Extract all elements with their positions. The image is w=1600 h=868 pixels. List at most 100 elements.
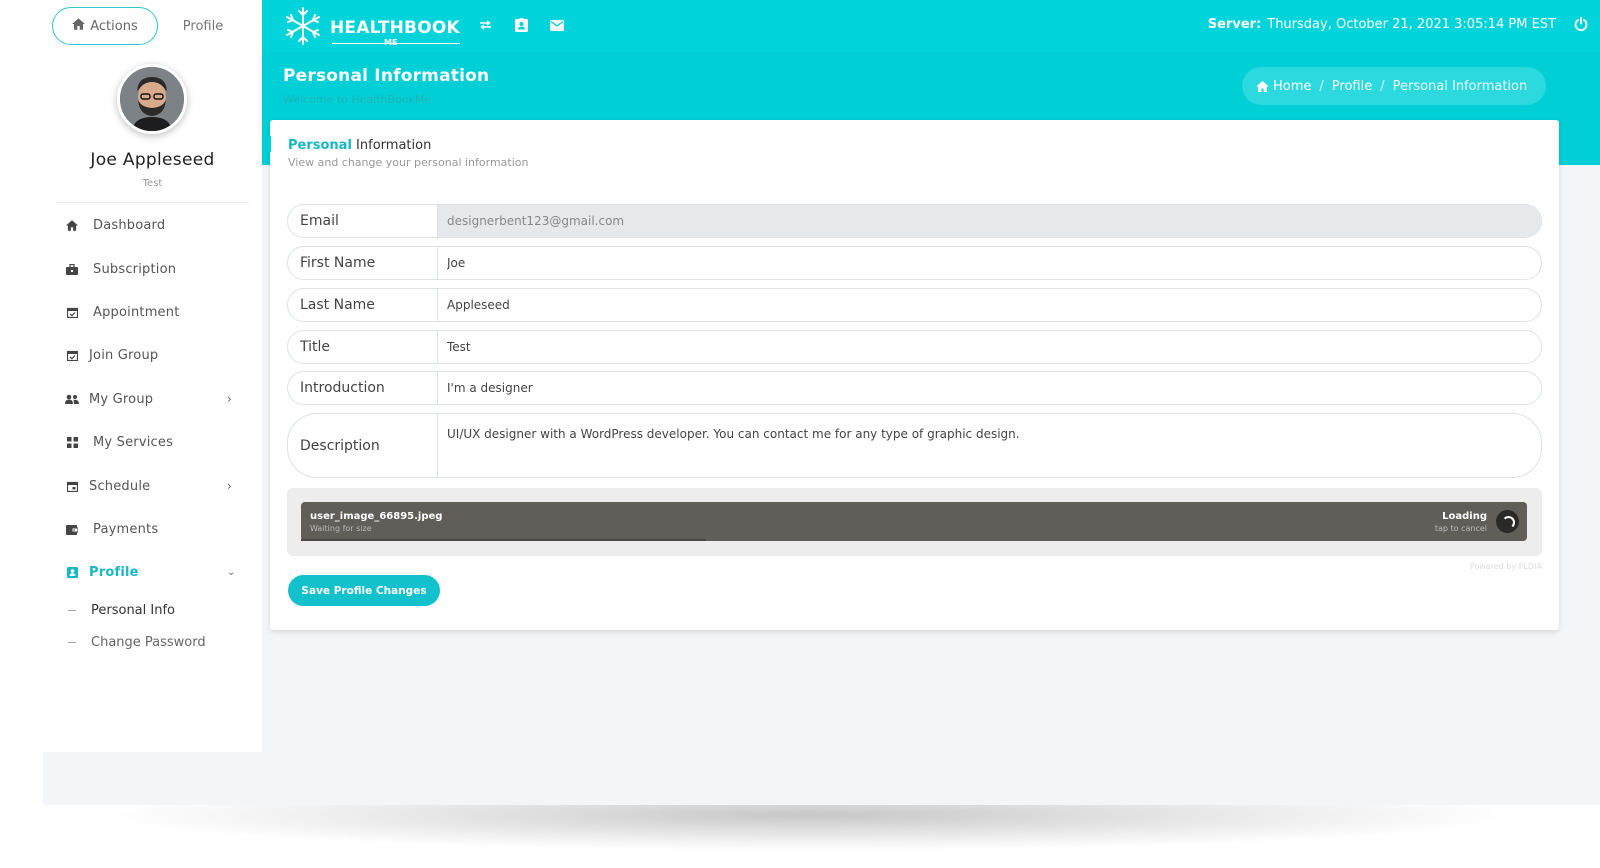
card-subtitle: View and change your personal informatio… bbox=[288, 156, 529, 169]
upload-file-size: Waiting for size bbox=[310, 524, 372, 533]
sidebar-item-label: My Group bbox=[89, 391, 154, 407]
app-window: Actions Profile Joe Appleseed Test Dashb… bbox=[43, 0, 1600, 805]
title-field[interactable] bbox=[438, 331, 1541, 363]
introduction-row: Introduction bbox=[287, 371, 1542, 405]
powered-by: Powered by PLDIA bbox=[1469, 562, 1542, 571]
breadcrumb-separator: / bbox=[1380, 78, 1385, 94]
card-accent-bar bbox=[267, 136, 271, 152]
healthbook-logo[interactable]: HEALTHBOOK ME bbox=[280, 5, 460, 47]
sidebar-subitem-label: Personal Info bbox=[91, 602, 175, 618]
calendar-check-icon bbox=[65, 305, 79, 319]
id-badge-icon[interactable] bbox=[511, 15, 531, 35]
sidebar-item-label: Appointment bbox=[93, 304, 180, 320]
first-name-row: First Name bbox=[287, 246, 1542, 280]
description-field[interactable]: UI/UX designer with a WordPress develope… bbox=[438, 414, 1541, 477]
upload-status: Loading bbox=[1442, 511, 1487, 522]
sidebar-item-my-group[interactable]: My Group › bbox=[43, 379, 262, 419]
last-name-label: Last Name bbox=[288, 289, 438, 321]
card-title-rest: Information bbox=[351, 138, 432, 153]
sidebar-item-label: Payments bbox=[93, 521, 159, 537]
first-name-field[interactable] bbox=[438, 247, 1541, 279]
home-icon bbox=[65, 218, 79, 232]
avatar[interactable] bbox=[117, 64, 187, 134]
grid-icon bbox=[65, 435, 79, 449]
sidebar-item-appointment[interactable]: Appointment bbox=[43, 292, 262, 332]
snowflake-logo-icon bbox=[286, 7, 320, 45]
sidebar-item-dashboard[interactable]: Dashboard bbox=[43, 205, 262, 245]
introduction-field[interactable] bbox=[438, 372, 1541, 404]
sidebar-item-label: My Services bbox=[93, 434, 174, 450]
email-field[interactable] bbox=[438, 205, 1541, 237]
sidebar-item-subscription[interactable]: Subscription bbox=[43, 249, 262, 289]
sidebar-subitem-change-password[interactable]: Change Password bbox=[43, 628, 262, 656]
tab-profile-label: Profile bbox=[182, 18, 224, 34]
sidebar-item-schedule[interactable]: Schedule › bbox=[43, 466, 262, 506]
chevron-right-icon: › bbox=[227, 392, 232, 406]
sidebar-subitem-label: Change Password bbox=[91, 634, 206, 650]
upload-item: user_image_66895.jpeg Waiting for size L… bbox=[301, 502, 1527, 541]
server-label: Server: bbox=[1207, 17, 1262, 32]
home-icon bbox=[72, 18, 86, 34]
sidebar-subitem-personal-info[interactable]: Personal Info bbox=[43, 596, 262, 624]
logo-text: HEALTHBOOK bbox=[330, 18, 460, 38]
email-label: Email bbox=[288, 205, 438, 237]
chevron-down-icon: ⌄ bbox=[227, 566, 236, 578]
description-row: Description UI/UX designer with a WordPr… bbox=[287, 413, 1542, 478]
sidebar-item-label: Dashboard bbox=[93, 217, 166, 233]
dash-icon bbox=[68, 609, 76, 611]
tab-actions-label: Actions bbox=[90, 18, 138, 34]
tab-profile[interactable]: Profile bbox=[168, 7, 238, 45]
last-name-field[interactable] bbox=[438, 289, 1541, 321]
breadcrumb-separator: / bbox=[1319, 78, 1324, 94]
title-label: Title bbox=[288, 331, 438, 363]
top-navbar: HEALTHBOOK ME Server: Thursday, October 2… bbox=[262, 0, 1600, 52]
power-icon[interactable] bbox=[1574, 16, 1592, 34]
breadcrumb: Home / Profile / Personal Information bbox=[1242, 67, 1546, 105]
sidebar-item-join-group[interactable]: Join Group bbox=[43, 335, 262, 375]
calendar-icon bbox=[65, 479, 79, 493]
loading-spinner-icon[interactable] bbox=[1496, 510, 1519, 533]
breadcrumb-profile[interactable]: Profile bbox=[1332, 79, 1372, 94]
wallet-icon bbox=[65, 522, 79, 536]
sidebar: Actions Profile Joe Appleseed Test Dashb… bbox=[43, 0, 262, 752]
sidebar-item-payments[interactable]: Payments bbox=[43, 509, 262, 549]
first-name-label: First Name bbox=[288, 247, 438, 279]
sidebar-tabs: Actions Profile bbox=[43, 0, 262, 52]
personal-info-card: Personal Information View and change you… bbox=[267, 120, 1559, 630]
home-icon bbox=[1256, 80, 1269, 92]
page-title: Personal Information bbox=[283, 66, 490, 86]
server-time-value: Thursday, October 21, 2021 3:05:14 PM ES… bbox=[1267, 17, 1556, 32]
briefcase-icon bbox=[65, 262, 79, 276]
breadcrumb-home[interactable]: Home bbox=[1273, 79, 1311, 94]
tab-actions[interactable]: Actions bbox=[52, 7, 158, 45]
card-title-accent: Personal bbox=[288, 138, 352, 153]
card-title: Personal Information bbox=[288, 138, 431, 153]
sidebar-divider bbox=[56, 202, 249, 203]
sidebar-item-label: Subscription bbox=[93, 261, 177, 277]
title-row: Title bbox=[287, 330, 1542, 364]
user-name: Joe Appleseed bbox=[90, 150, 215, 170]
dash-icon bbox=[68, 641, 76, 643]
logo-subtext: ME bbox=[384, 38, 398, 47]
user-subtitle: Test bbox=[142, 178, 163, 189]
breadcrumb-current: Personal Information bbox=[1392, 78, 1528, 94]
description-label: Description bbox=[288, 414, 438, 477]
upload-file-name: user_image_66895.jpeg bbox=[310, 511, 443, 522]
users-icon bbox=[65, 392, 79, 406]
last-name-row: Last Name bbox=[287, 288, 1542, 322]
id-badge-icon bbox=[65, 565, 79, 579]
save-profile-button[interactable]: Save Profile Changes bbox=[288, 575, 440, 606]
calendar-check-icon bbox=[65, 348, 79, 362]
sidebar-item-label: Schedule bbox=[89, 478, 151, 494]
file-upload-area[interactable]: user_image_66895.jpeg Waiting for size L… bbox=[287, 488, 1542, 556]
sidebar-item-profile[interactable]: Profile ⌄ bbox=[43, 552, 262, 592]
mail-icon[interactable] bbox=[547, 15, 567, 35]
sidebar-item-label: Profile bbox=[89, 564, 139, 580]
upload-cancel-hint: tap to cancel bbox=[1434, 524, 1487, 533]
chevron-right-icon: › bbox=[227, 479, 232, 493]
swap-icon[interactable] bbox=[475, 15, 495, 35]
sidebar-item-label: Join Group bbox=[89, 347, 159, 363]
sidebar-item-my-services[interactable]: My Services bbox=[43, 422, 262, 462]
server-time: Server: Thursday, October 21, 2021 3:05:1… bbox=[1208, 17, 1556, 32]
upload-progress-bar bbox=[301, 539, 706, 541]
